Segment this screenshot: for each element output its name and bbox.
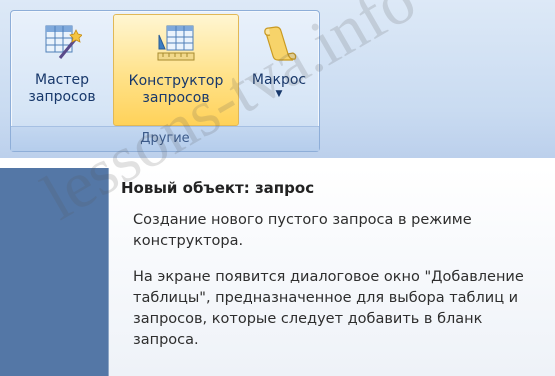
tooltip-title: Новый объект: запрос: [121, 179, 315, 197]
macro-scroll-icon: [259, 22, 299, 68]
macro-label: Макрос: [251, 72, 307, 88]
query-design-button[interactable]: Конструктор запросов: [113, 14, 239, 126]
query-wizard-label-line2: запросов: [28, 89, 96, 105]
chevron-down-icon[interactable]: ▼: [241, 89, 317, 99]
query-design-label-line1: Конструктор: [128, 73, 224, 89]
macro-button[interactable]: Макрос ▼: [241, 14, 317, 124]
query-wizard-label-line1: Мастер: [34, 72, 89, 88]
tooltip-paragraph-1: Создание нового пустого запроса в режиме…: [133, 212, 472, 249]
query-design-label-line2: запросов: [142, 90, 210, 106]
ribbon-group-label: Другие: [11, 126, 319, 151]
query-wizard-button[interactable]: Мастер запросов: [15, 14, 109, 124]
tooltip-paragraph-2: На экране появится диалоговое окно "Доба…: [133, 269, 524, 348]
tooltip-backdrop: Новый объект: запрос Создание нового пус…: [0, 168, 555, 376]
query-wizard-icon: [42, 22, 83, 66]
ribbon: Мастер запросов Конструктор запросов Мак…: [0, 0, 555, 158]
tooltip: Новый объект: запрос Создание нового пус…: [108, 168, 555, 376]
ribbon-group-other: Мастер запросов Конструктор запросов Мак…: [10, 10, 320, 152]
query-design-icon: [155, 23, 197, 69]
